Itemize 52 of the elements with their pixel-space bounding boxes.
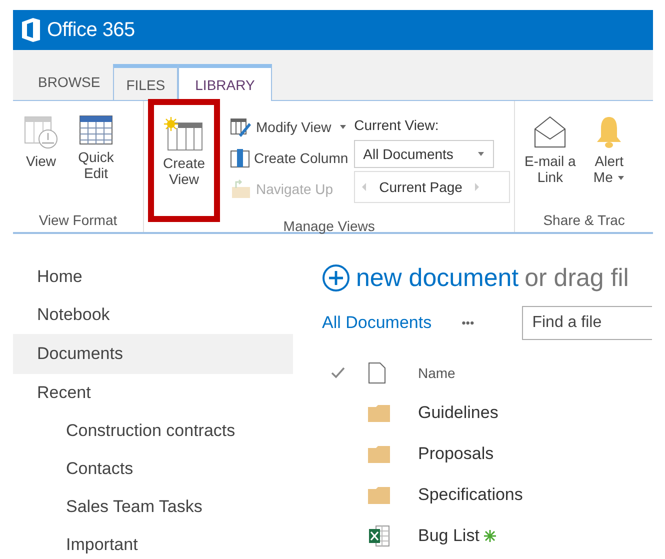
folder-icon [368, 486, 390, 504]
group-label: Manage Views [282, 218, 376, 236]
field-label: Current View: [354, 116, 440, 135]
new-document-link[interactable]: new document [356, 264, 519, 292]
folder-arrow-icon [230, 179, 252, 199]
ribbon-tab[interactable]: BROWSE [25, 61, 114, 101]
nav-link[interactable]: Contacts [13, 450, 293, 488]
dropdown-arrow-icon [477, 151, 486, 157]
office-logo-icon [21, 18, 41, 42]
ribbon-button[interactable]: E-mail a Link [519, 113, 582, 187]
envelope-icon [533, 115, 568, 149]
nav-link[interactable]: Construction contracts [13, 412, 293, 450]
document-icon [368, 362, 386, 384]
grid-icon [79, 115, 113, 145]
add-icon [322, 264, 350, 292]
file-name[interactable]: Proposals [418, 444, 494, 464]
ribbon-button[interactable]: Quick Edit [71, 113, 121, 183]
file-name[interactable]: Specifications [418, 484, 523, 504]
nav-link[interactable]: Recent [13, 374, 293, 412]
drag-hint: or drag fil [524, 264, 629, 292]
view-dropdown[interactable]: All Documents [354, 140, 494, 168]
ribbon-button[interactable]: Create Column [230, 144, 348, 172]
ribbon-button[interactable]: View [17, 113, 65, 171]
folder-icon [368, 444, 390, 462]
nav-link[interactable]: Documents [13, 334, 293, 374]
grid-sun-icon [164, 117, 204, 151]
page-selector[interactable]: Current Page [354, 171, 510, 203]
nav-link[interactable]: Important [13, 526, 293, 559]
column-header[interactable]: Name [418, 365, 456, 381]
ribbon-button[interactable]: Modify View [230, 113, 348, 141]
nav-link[interactable]: Sales Team Tasks [13, 488, 293, 526]
ribbon-button[interactable]: Create View [152, 103, 216, 218]
more-button[interactable]: ••• [458, 316, 478, 330]
table-clock-icon [24, 115, 58, 149]
checkmark-icon [331, 367, 345, 379]
view-link[interactable]: All Documents [322, 313, 432, 333]
folder-icon [368, 404, 390, 422]
ribbon-tab[interactable]: LIBRARY [178, 64, 272, 101]
right-arrow-icon [474, 182, 480, 192]
left-arrow-icon [361, 182, 368, 192]
grid-pencil-icon [230, 117, 252, 137]
spreadsheet-icon [368, 524, 390, 546]
column-icon [230, 148, 250, 168]
search-field[interactable]: Find a file [522, 306, 652, 340]
file-name[interactable]: Bug List [418, 526, 480, 546]
group-label: Share & Trac [542, 212, 626, 230]
group-label: View Format [38, 212, 118, 230]
nav-link[interactable]: Home [13, 258, 293, 296]
app-title: Office 365 [47, 18, 135, 42]
file-name[interactable]: Guidelines [418, 402, 498, 422]
nav-link[interactable]: Notebook [13, 296, 293, 334]
ribbon-button[interactable]: Alert Me [587, 113, 632, 187]
